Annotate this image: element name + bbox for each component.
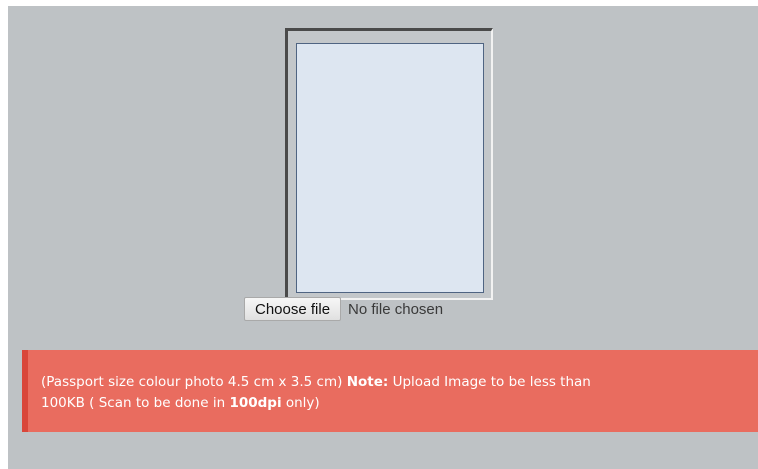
choose-file-button[interactable]: Choose file <box>244 297 342 321</box>
photo-requirements-note: (Passport size colour photo 4.5 cm x 3.5… <box>22 350 758 432</box>
file-status-text: No file chosen <box>348 300 444 318</box>
note-only-text: only) <box>281 395 320 411</box>
note-line-1: (Passport size colour photo 4.5 cm x 3.5… <box>41 372 758 393</box>
photo-preview-frame <box>285 28 493 300</box>
note-size-text: (Passport size colour photo 4.5 cm x 3.5… <box>41 374 347 390</box>
upload-panel: Choose file No file chosen (Passport siz… <box>8 6 758 469</box>
note-line-2: 100KB ( Scan to be done in 100dpi only) <box>41 393 758 414</box>
note-size-limit-text: 100KB ( Scan to be done in <box>41 395 230 411</box>
note-label: Note: <box>346 374 389 390</box>
note-upload-text: Upload Image to be less than <box>388 374 591 390</box>
file-input[interactable]: Choose file No file chosen <box>244 296 443 322</box>
note-dpi-value: 100dpi <box>229 395 282 411</box>
photo-preview-placeholder <box>296 43 484 293</box>
